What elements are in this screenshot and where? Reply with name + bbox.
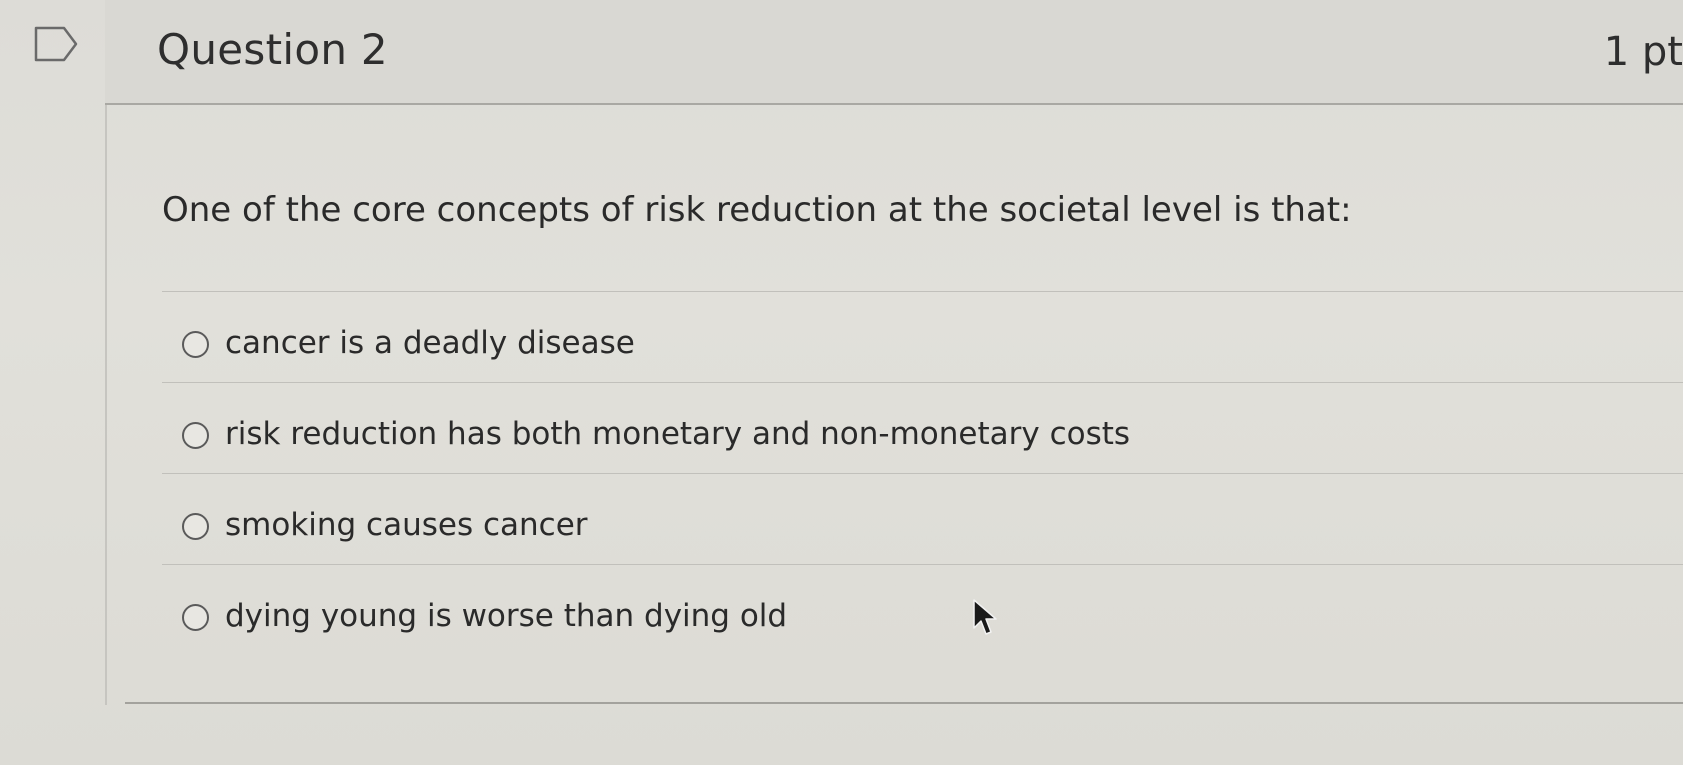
radio-button-icon[interactable] [182,604,209,631]
answer-label[interactable]: smoking causes cancer [225,502,588,548]
question-header: Question 2 1 pt [105,0,1683,105]
radio-button-icon[interactable] [182,331,209,358]
answer-label[interactable]: cancer is a deadly disease [225,320,635,366]
mouse-pointer-icon [973,599,997,635]
answer-list: cancer is a deadly disease risk reductio… [162,291,1683,655]
question-text: One of the core concepts of risk reducti… [162,190,1352,230]
answer-option-1[interactable]: cancer is a deadly disease [162,291,1683,382]
question-bottom-border [125,702,1683,704]
flag-question-icon[interactable] [34,26,78,62]
answer-label[interactable]: risk reduction has both monetary and non… [225,411,1130,457]
radio-button-icon[interactable] [182,422,209,449]
answer-label[interactable]: dying young is worse than dying old [225,593,787,639]
question-points: 1 pt [1603,29,1683,75]
question-title: Question 2 [157,25,388,74]
answer-option-4[interactable]: dying young is worse than dying old [162,564,1683,655]
answer-option-3[interactable]: smoking causes cancer [162,473,1683,564]
question-body: One of the core concepts of risk reducti… [105,105,1683,705]
radio-button-icon[interactable] [182,513,209,540]
answer-option-2[interactable]: risk reduction has both monetary and non… [162,382,1683,473]
